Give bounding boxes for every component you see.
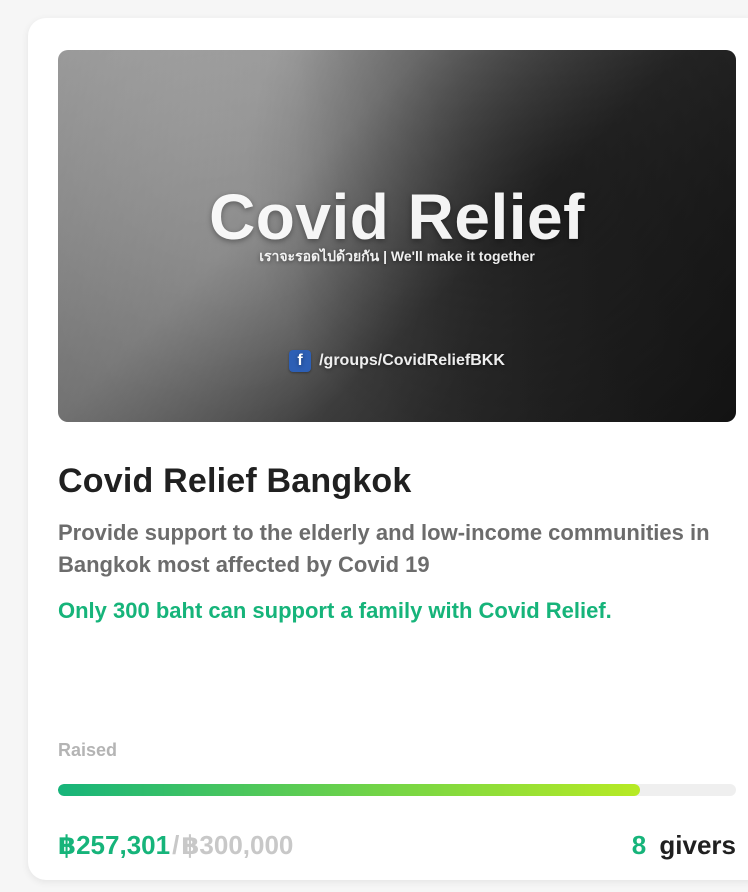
funding-amounts: ฿257,301 / ฿300,000 [58, 830, 293, 861]
hero-facebook-link: f /groups/CovidReliefBKK [58, 350, 736, 372]
campaign-hero-image: Covid Relief เราจะรอดไปด้วยกัน | We'll m… [58, 50, 736, 422]
givers-number: 8 [631, 830, 647, 860]
hero-title: Covid Relief [209, 181, 585, 253]
funding-progress-fill [58, 784, 640, 796]
hero-subtitle: เราจะรอดไปด้วยกัน | We'll make it togeth… [259, 248, 535, 264]
funding-footer: ฿257,301 / ฿300,000 8 givers [58, 830, 736, 861]
raised-amount: ฿257,301 [58, 830, 171, 860]
goal-amount: ฿300,000 [181, 830, 294, 860]
campaign-title: Covid Relief Bangkok [58, 462, 412, 500]
raised-label: Raised [58, 740, 118, 760]
campaign-highlight: Only 300 baht can support a family with … [58, 597, 612, 623]
amount-separator: / [172, 830, 180, 860]
campaign-card[interactable]: Covid Relief เราจะรอดไปด้วยกัน | We'll m… [28, 18, 748, 880]
givers-count: 8 givers [632, 830, 736, 861]
givers-label: givers [659, 830, 736, 860]
campaign-content: Covid Relief Bangkok Provide support to … [58, 462, 736, 627]
facebook-link-text: /groups/CovidReliefBKK [319, 352, 505, 369]
facebook-icon: f [289, 350, 312, 372]
campaign-description: Provide support to the elderly and low-i… [58, 520, 710, 577]
funding-progress-bar [58, 784, 736, 796]
